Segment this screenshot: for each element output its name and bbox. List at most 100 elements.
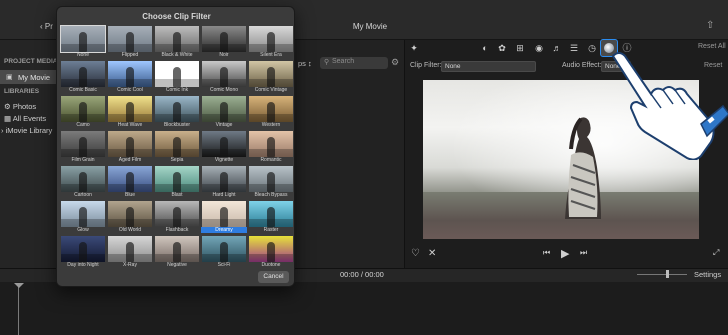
filter-tile[interactable]: Comic Basic xyxy=(60,60,106,94)
filter-tile[interactable]: Bleach Bypass xyxy=(248,165,294,199)
search-icon: ⚲ xyxy=(324,59,330,66)
play-icon[interactable]: ▶ xyxy=(561,247,569,260)
filter-thumbnail xyxy=(202,96,246,122)
filter-tile[interactable]: Blockbuster xyxy=(154,95,200,129)
filter-tile[interactable]: None xyxy=(60,25,106,59)
filter-tile[interactable]: Dreamy xyxy=(201,200,247,234)
filter-thumbnail xyxy=(249,166,293,192)
filter-tile[interactable]: Hard Light xyxy=(201,165,247,199)
zoom-slider-track[interactable] xyxy=(637,274,687,275)
filter-thumbnail xyxy=(155,236,199,262)
color-palette-icon[interactable]: ✿ xyxy=(496,42,508,54)
filter-tile[interactable]: Aged Film xyxy=(107,130,153,164)
filter-tile[interactable]: Vintage xyxy=(201,95,247,129)
clip-filter-field[interactable]: None xyxy=(441,61,536,72)
playhead-handle[interactable] xyxy=(14,283,24,288)
filter-thumbnail xyxy=(108,201,152,227)
filter-tile[interactable]: Negative xyxy=(154,235,200,269)
filter-thumbnail xyxy=(61,166,105,192)
filter-tile[interactable]: Sepia xyxy=(154,130,200,164)
timeline[interactable] xyxy=(0,282,728,335)
reject-icon[interactable]: ✕ xyxy=(428,248,436,259)
filter-label: Duotone xyxy=(261,262,281,268)
filter-thumbnail xyxy=(202,201,246,227)
filter-tile[interactable]: X-Ray xyxy=(107,235,153,269)
volume-icon[interactable]: ♬ xyxy=(551,42,563,54)
equalizer-icon[interactable]: ☰ xyxy=(568,42,580,54)
filter-tile[interactable]: Comic Mono xyxy=(201,60,247,94)
filter-thumbnail xyxy=(155,26,199,52)
filter-label: Comic Basic xyxy=(69,87,97,93)
filter-thumbnail xyxy=(155,131,199,157)
filter-tile[interactable]: Old World xyxy=(107,200,153,234)
filter-label: Silent Era xyxy=(260,52,282,58)
filter-tile[interactable]: Cartoon xyxy=(60,165,106,199)
filter-thumbnail xyxy=(155,201,199,227)
filter-tile[interactable]: Duotone xyxy=(248,235,294,269)
filter-tile[interactable]: Blue xyxy=(107,165,153,199)
sidebar-item-all-events[interactable]: ▦ All Events xyxy=(4,114,46,123)
filter-thumbnail xyxy=(61,131,105,157)
search-input[interactable]: Search xyxy=(320,57,388,69)
filter-tile[interactable]: Romantic xyxy=(248,130,294,164)
cancel-button[interactable]: Cancel xyxy=(258,271,289,283)
filter-tile[interactable]: Day into Night xyxy=(60,235,106,269)
filter-label: Bleach Bypass xyxy=(254,192,288,198)
fullscreen-icon[interactable]: ⤢ xyxy=(713,248,719,258)
crop-icon[interactable]: ⊞ xyxy=(514,42,526,54)
filter-tile[interactable]: Comic Ink xyxy=(154,60,200,94)
sidebar-item-label: iMovie Library xyxy=(5,126,53,135)
favorite-heart-icon[interactable]: ♡ xyxy=(411,248,420,259)
back-button[interactable]: ‹ Pr xyxy=(40,22,53,31)
filter-label: Hard Light xyxy=(212,192,236,198)
filter-tile[interactable]: Heat Wave xyxy=(107,95,153,129)
filter-label: Camo xyxy=(76,122,90,128)
filter-label: Film Grain xyxy=(71,157,95,163)
filter-label: Day into Night xyxy=(67,262,99,268)
filter-tile[interactable]: Blast xyxy=(154,165,200,199)
speed-icon[interactable]: ◷ xyxy=(586,42,598,54)
sidebar-item-photos[interactable]: ⚙ Photos xyxy=(4,102,36,111)
filter-tile[interactable]: Glow xyxy=(60,200,106,234)
filter-tile[interactable]: Western xyxy=(248,95,294,129)
sidebar-item-imovie-library[interactable]: › iMovie Library xyxy=(1,126,52,135)
reset-all-button[interactable]: Reset All xyxy=(698,43,726,50)
camera-icon[interactable]: ◉ xyxy=(533,42,545,54)
project-media-header: PROJECT MEDIA xyxy=(4,58,58,65)
filter-tile[interactable]: Raster xyxy=(248,200,294,234)
filter-tile[interactable]: Film Grain xyxy=(60,130,106,164)
filter-tile[interactable]: Vignette xyxy=(201,130,247,164)
skip-forward-icon[interactable]: ⏭ xyxy=(580,248,587,258)
sidebar-item-my-movie[interactable]: ▣ My Movie xyxy=(0,70,58,84)
filter-thumbnail xyxy=(202,131,246,157)
choose-clip-filter-dialog: Choose Clip Filter None Flipped Black & Wh… xyxy=(56,6,295,287)
filter-label: Vintage xyxy=(215,122,233,128)
wand-icon[interactable]: ✦ xyxy=(408,42,420,54)
filter-tile[interactable]: Black & White xyxy=(154,25,200,59)
filter-thumbnail xyxy=(249,201,293,227)
timecode: 00:00 / 00:00 xyxy=(340,270,384,279)
sidebar-item-label: All Events xyxy=(12,114,47,123)
filter-tile[interactable]: Silent Era xyxy=(248,25,294,59)
filter-tile[interactable]: Flashback xyxy=(154,200,200,234)
filter-tile[interactable]: Camo xyxy=(60,95,106,129)
filter-label: Negative xyxy=(167,262,187,268)
filter-tile[interactable]: Comic Vintage xyxy=(248,60,294,94)
filter-tile[interactable]: Noir xyxy=(201,25,247,59)
skip-back-icon[interactable]: ⏮ xyxy=(543,248,550,258)
zoom-slider-knob[interactable] xyxy=(666,270,669,278)
filter-thumbnail xyxy=(202,236,246,262)
filter-label: Flipped xyxy=(121,52,139,58)
clips-dropdown[interactable]: ps ↕ xyxy=(298,59,312,68)
share-icon[interactable]: ⇧ xyxy=(706,20,714,31)
filter-tile[interactable]: Sci-Fi xyxy=(201,235,247,269)
filter-thumbnail xyxy=(155,61,199,87)
settings-button[interactable]: Settings xyxy=(694,270,721,279)
filter-thumbnail xyxy=(60,25,106,53)
filter-label: Western xyxy=(261,122,281,128)
filter-tile[interactable]: Flipped xyxy=(107,25,153,59)
color-balance-icon[interactable]: ◐ xyxy=(479,42,491,54)
playhead[interactable] xyxy=(18,283,19,335)
filter-tile[interactable]: Comic Cool xyxy=(107,60,153,94)
settings-gear-icon[interactable]: ⚙ xyxy=(391,57,399,68)
